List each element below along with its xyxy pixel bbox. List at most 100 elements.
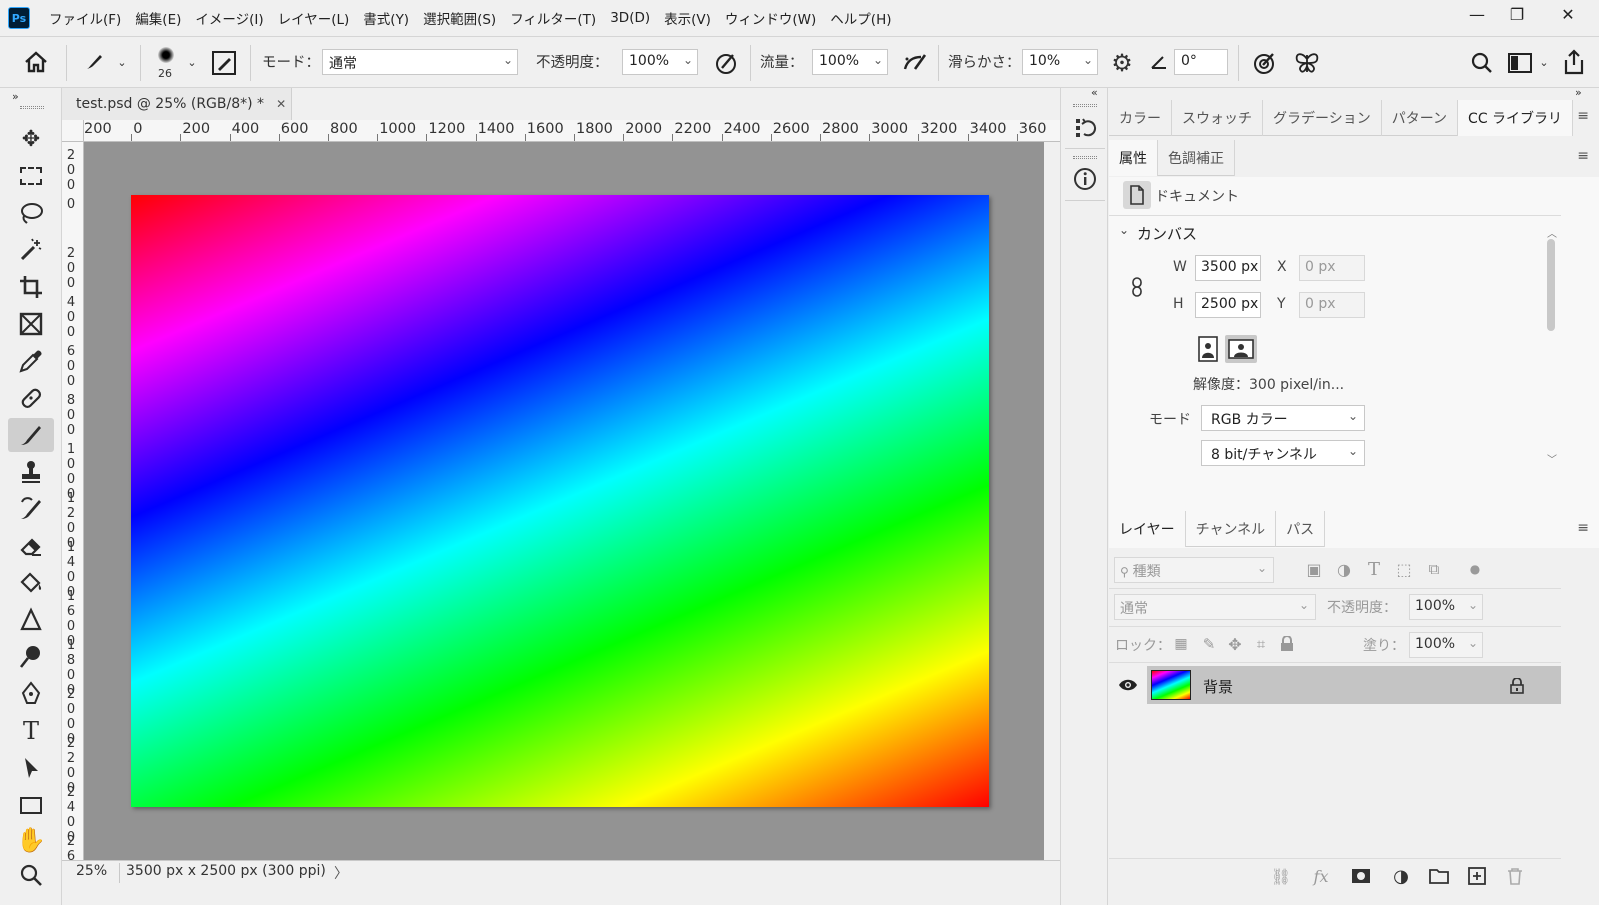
panel-grip[interactable] [1073,104,1097,107]
brush-settings-icon[interactable] [210,49,238,77]
lock-pixels-icon[interactable]: ✎ [1199,634,1219,654]
color-mode-select[interactable]: RGB カラー ⌄ [1201,405,1365,431]
angle-input[interactable]: 0° [1174,49,1228,75]
lock-position-icon[interactable]: ✥ [1225,634,1245,654]
menu-window[interactable]: ウィンドウ(W) [718,8,823,28]
symmetry-butterfly-icon[interactable] [1292,49,1322,77]
layer-row[interactable]: 背景 [1109,666,1561,704]
tab-adjustments[interactable]: 色調補正 [1158,140,1235,176]
clone-stamp-tool-icon[interactable] [8,455,54,489]
chevron-down-icon[interactable]: ⌄ [1119,223,1129,237]
tab-color[interactable]: カラー [1109,100,1172,136]
blend-mode-select[interactable]: 通常 ⌄ [1114,594,1316,620]
brush-tip-icon[interactable] [156,45,176,65]
chevron-down-icon[interactable]: ⌄ [1538,53,1550,71]
filter-smart-object-icon[interactable]: ⧉ [1423,558,1445,580]
menu-layer[interactable]: レイヤー(L) [271,8,357,28]
chevron-down-icon[interactable]: ﹀ [1547,451,1557,466]
add-mask-icon[interactable] [1349,864,1373,888]
pasteboard[interactable] [84,142,1044,868]
marquee-tool-icon[interactable] [8,159,54,193]
menu-help[interactable]: ヘルプ(H) [823,8,898,28]
canvas-section-title[interactable]: カンバス [1137,223,1197,244]
zoom-level[interactable]: 25% [68,863,120,883]
bit-depth-select[interactable]: 8 bit/チャンネル ⌄ [1201,440,1365,466]
eye-icon[interactable] [1115,674,1141,696]
layer-opacity-input[interactable]: 100% ⌄ [1409,594,1483,620]
new-layer-icon[interactable] [1465,864,1489,888]
pen-tool-icon[interactable] [8,677,54,711]
pressure-size-icon[interactable] [1250,49,1278,77]
panel-collapse-icon[interactable]: » [1575,86,1582,99]
rectangle-tool-icon[interactable] [8,788,54,822]
gear-icon[interactable]: ⚙ [1108,49,1136,77]
info-icon[interactable] [1072,166,1098,192]
canvas-gradient-image[interactable] [131,195,989,807]
healing-brush-tool-icon[interactable] [8,381,54,415]
lock-artboard-icon[interactable]: ⌗ [1251,634,1271,654]
toolbar-grip[interactable] [20,106,44,109]
layer-name[interactable]: 背景 [1203,676,1233,697]
menu-filter[interactable]: フィルター(T) [503,8,603,28]
menu-file[interactable]: ファイル(F) [42,8,128,28]
tab-layers[interactable]: レイヤー [1109,511,1186,547]
eraser-tool-icon[interactable] [8,529,54,563]
menu-view[interactable]: 表示(V) [657,8,718,28]
dodge-tool-icon[interactable] [8,640,54,674]
menu-image[interactable]: イメージ(I) [188,8,270,28]
panel-collapse-icon[interactable]: « [1091,86,1098,99]
y-input[interactable]: 0 px [1299,292,1365,318]
tab-cc-libraries[interactable]: CC ライブラリ [1458,100,1574,136]
status-info-arrow-icon[interactable]: 〉 [334,863,348,883]
toolbar-collapse-icon[interactable]: » [12,90,19,103]
lock-icon[interactable] [1507,676,1527,696]
chevron-down-icon[interactable]: ⌄ [186,53,198,71]
filter-adjustment-icon[interactable]: ◑ [1333,558,1355,580]
link-icon[interactable] [1127,275,1147,299]
zoom-tool-icon[interactable] [8,858,54,892]
paint-bucket-tool-icon[interactable] [8,566,54,600]
link-layers-icon[interactable]: ⛓ [1269,864,1293,888]
chevron-up-icon[interactable]: ︿ [1547,225,1557,240]
tab-properties[interactable]: 属性 [1109,140,1158,176]
airbrush-icon[interactable] [900,49,930,77]
width-input[interactable]: 3500 px [1195,255,1261,281]
close-button[interactable]: ✕ [1537,0,1599,28]
tab-swatches[interactable]: スウォッチ [1172,100,1263,136]
tab-channels[interactable]: チャンネル [1186,511,1277,547]
menu-edit[interactable]: 編集(E) [128,8,188,28]
trash-icon[interactable] [1503,864,1527,888]
menu-type[interactable]: 書式(Y) [356,8,416,28]
lock-all-icon[interactable] [1277,634,1297,654]
restore-button[interactable]: ❐ [1497,0,1537,28]
close-icon[interactable]: ✕ [276,97,286,111]
panel-grip[interactable] [1073,156,1097,159]
history-brush-tool-icon[interactable] [8,492,54,526]
x-input[interactable]: 0 px [1299,255,1365,281]
tab-paths[interactable]: パス [1276,511,1326,547]
mode-select[interactable]: 通常 ⌄ [322,49,518,75]
share-icon[interactable] [1560,47,1588,77]
panel-menu-icon[interactable]: ≡ [1577,148,1589,164]
magic-wand-tool-icon[interactable] [8,233,54,267]
layer-filter-select[interactable]: ⚲ 種類 ⌄ [1114,557,1274,583]
filter-type-icon[interactable]: T [1363,558,1385,580]
vertical-ruler[interactable]: 200 0 200 400 600 800 1000 1200 1400 1600 1800 2000… [62,142,84,868]
panel-menu-icon[interactable]: ≡ [1577,108,1589,124]
crop-tool-icon[interactable] [8,270,54,304]
portrait-orientation-icon[interactable] [1197,335,1219,363]
filter-shape-icon[interactable]: ⬚ [1393,558,1415,580]
opacity-input[interactable]: 100% ⌄ [622,49,698,75]
search-icon[interactable] [1468,49,1496,77]
document-tab[interactable]: test.psd @ 25% (RGB/8*) * ✕ [62,88,292,120]
blur-tool-icon[interactable] [8,603,54,637]
vertical-scrollbar[interactable] [1044,142,1060,860]
filter-toggle-icon[interactable]: ● [1467,558,1483,580]
filter-pixel-icon[interactable]: ▣ [1303,558,1325,580]
adjustment-layer-icon[interactable]: ◑ [1389,864,1413,888]
path-selection-tool-icon[interactable] [8,751,54,785]
home-icon[interactable] [22,49,50,75]
tab-gradients[interactable]: グラデーション [1263,100,1382,136]
horizontal-ruler[interactable]: 200 0 200 400 600 800 1000 1200 1400 1600 1800 2000… [84,120,1060,142]
flow-input[interactable]: 100% ⌄ [812,49,888,75]
